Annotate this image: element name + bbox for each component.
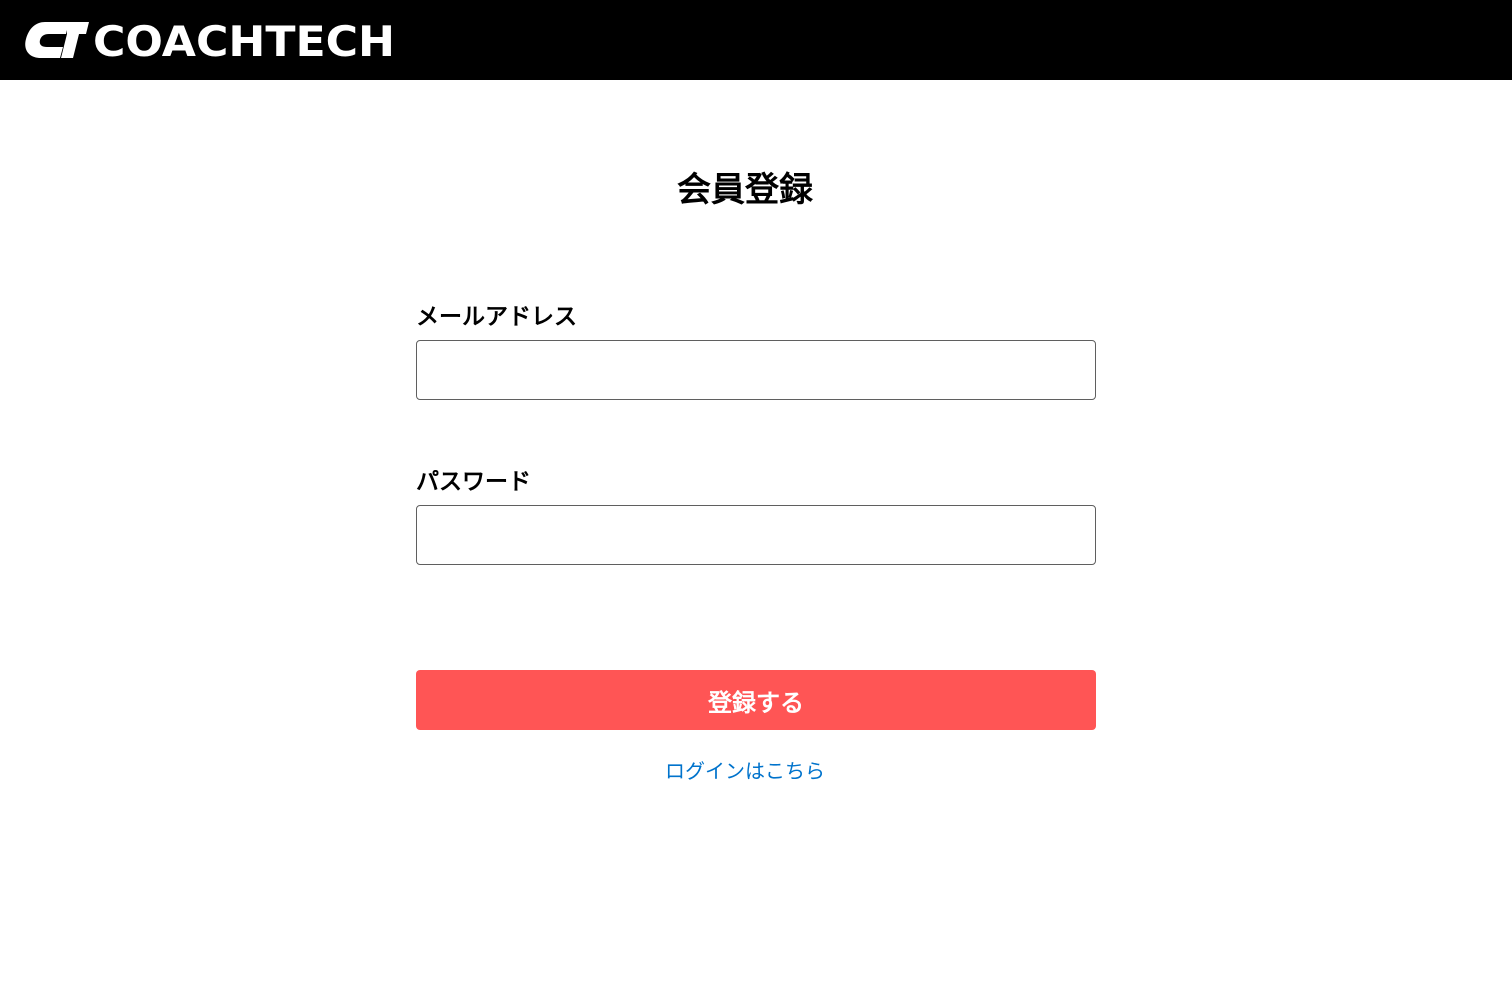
- password-label: パスワード: [416, 469, 531, 495]
- password-field[interactable]: [416, 505, 1096, 565]
- site-header: COACHTECH: [0, 0, 1512, 80]
- email-label: メールアドレス: [416, 304, 577, 330]
- login-link[interactable]: ログインはこちら: [0, 757, 1490, 785]
- email-field[interactable]: [416, 340, 1096, 400]
- coachtech-logo-graphic: COACHTECH: [25, 20, 395, 60]
- register-button[interactable]: 登録する: [416, 670, 1096, 730]
- svg-text:COACHTECH: COACHTECH: [93, 20, 395, 60]
- coachtech-logo[interactable]: COACHTECH: [25, 20, 397, 60]
- page-title: 会員登録: [677, 170, 813, 210]
